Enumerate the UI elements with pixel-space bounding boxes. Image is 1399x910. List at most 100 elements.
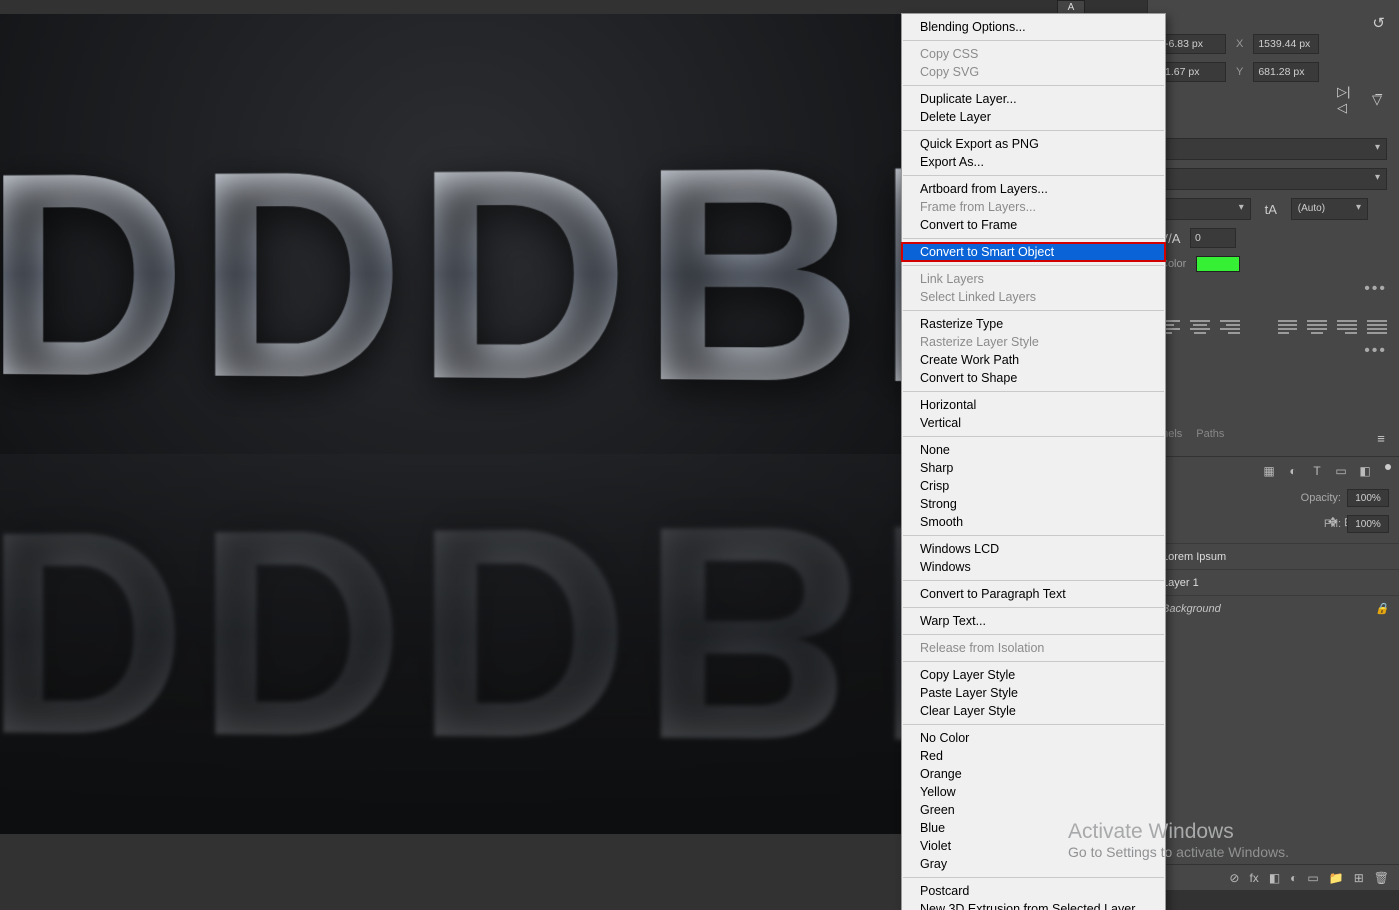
layer-filter-icon-3[interactable]: ▭	[1333, 463, 1349, 479]
layers-panel: nnels Paths ≡ ▦◐T▭◧ Opacity: ✥⊞✢🔒 Fill: …	[1147, 420, 1399, 890]
layers-footer-icon-7[interactable]: 🗑	[1374, 871, 1389, 885]
properties-panel: ↺ X Y ▷|◁ ▽̅ tA (Auto) V/A	[1147, 0, 1399, 420]
layers-footer-icon-0[interactable]: ⊘	[1229, 871, 1239, 885]
fill-label: Fill:	[1324, 518, 1341, 530]
menu-separator	[903, 535, 1164, 536]
menu-item-crisp[interactable]: Crisp	[902, 477, 1165, 495]
layer-name: Lorem Ipsum	[1162, 551, 1226, 563]
menu-item-rasterize-type[interactable]: Rasterize Type	[902, 315, 1165, 333]
menu-item-gray[interactable]: Gray	[902, 855, 1165, 873]
flip-vertical-icon[interactable]: ▽̅	[1367, 90, 1387, 110]
menu-item-convert-to-shape[interactable]: Convert to Shape	[902, 369, 1165, 387]
menu-item-create-work-path[interactable]: Create Work Path	[902, 351, 1165, 369]
leading-icon: tA	[1261, 199, 1281, 219]
tracking-field[interactable]	[1190, 228, 1236, 248]
menu-item-warp-text[interactable]: Warp Text...	[902, 612, 1165, 630]
layer-filter-icon-0[interactable]: ▦	[1261, 463, 1277, 479]
menu-item-red[interactable]: Red	[902, 747, 1165, 765]
menu-item-windows-lcd[interactable]: Windows LCD	[902, 540, 1165, 558]
type-tab-icon[interactable]: A	[1057, 0, 1085, 14]
filter-toggle-dot[interactable]	[1385, 464, 1391, 470]
canvas-letter: D	[415, 483, 631, 786]
menu-item-horizontal[interactable]: Horizontal	[902, 396, 1165, 414]
lock-icon[interactable]: 🔒	[1375, 602, 1389, 615]
menu-item-clear-layer-style[interactable]: Clear Layer Style	[902, 702, 1165, 720]
layers-footer-icon-4[interactable]: ▭	[1307, 871, 1318, 885]
paths-tab[interactable]: Paths	[1196, 428, 1224, 448]
menu-separator	[903, 724, 1164, 725]
menu-item-paste-layer-style[interactable]: Paste Layer Style	[902, 684, 1165, 702]
layers-footer-icon-5[interactable]: 📁	[1329, 871, 1344, 885]
leading-dropdown[interactable]: (Auto)	[1291, 198, 1368, 220]
menu-item-convert-to-smart-object[interactable]: Convert to Smart Object	[902, 243, 1165, 261]
menu-item-convert-to-paragraph-text[interactable]: Convert to Paragraph Text	[902, 585, 1165, 603]
layer-name: Layer 1	[1162, 577, 1199, 589]
menu-item-quick-export-as-png[interactable]: Quick Export as PNG	[902, 135, 1165, 153]
menu-item-windows[interactable]: Windows	[902, 558, 1165, 576]
more-paragraph-icon[interactable]: •••	[1160, 342, 1387, 360]
menu-separator	[903, 634, 1164, 635]
layer-name: Background	[1162, 603, 1221, 615]
menu-item-strong[interactable]: Strong	[902, 495, 1165, 513]
canvas-letter: D	[415, 123, 631, 426]
font-style-dropdown[interactable]	[1160, 168, 1387, 190]
fill-field[interactable]	[1347, 515, 1389, 533]
menu-separator	[903, 265, 1164, 266]
opacity-field[interactable]	[1347, 489, 1389, 507]
flip-horizontal-icon[interactable]: ▷|◁	[1337, 90, 1357, 110]
layers-footer-icon-3[interactable]: ◐	[1290, 871, 1297, 885]
menu-item-convert-to-frame[interactable]: Convert to Frame	[902, 216, 1165, 234]
menu-separator	[903, 130, 1164, 131]
menu-item-no-color[interactable]: No Color	[902, 729, 1165, 747]
menu-item-none[interactable]: None	[902, 441, 1165, 459]
layers-footer-icon-6[interactable]: ⊞	[1354, 871, 1364, 885]
layers-footer-icon-1[interactable]: fx	[1249, 871, 1258, 885]
x-field[interactable]	[1253, 34, 1319, 54]
layer-row[interactable]: Layer 1	[1148, 569, 1399, 595]
menu-item-postcard[interactable]: Postcard	[902, 882, 1165, 900]
menu-item-blending-options[interactable]: Blending Options...	[902, 18, 1165, 36]
menu-item-green[interactable]: Green	[902, 801, 1165, 819]
menu-item-select-linked-layers: Select Linked Layers	[902, 288, 1165, 306]
layer-row[interactable]: Lorem Ipsum	[1148, 543, 1399, 569]
layer-filter-icon-4[interactable]: ◧	[1357, 463, 1373, 479]
menu-item-artboard-from-layers[interactable]: Artboard from Layers...	[902, 180, 1165, 198]
menu-item-delete-layer[interactable]: Delete Layer	[902, 108, 1165, 126]
menu-item-export-as[interactable]: Export As...	[902, 153, 1165, 171]
align-center-icon[interactable]	[1190, 320, 1210, 334]
justify-last-right-icon[interactable]	[1337, 320, 1357, 334]
text-color-swatch[interactable]	[1196, 256, 1240, 272]
layer-filter-icon-2[interactable]: T	[1309, 463, 1325, 479]
panel-menu-icon[interactable]: ≡	[1371, 428, 1391, 448]
canvas-letter: B	[640, 480, 863, 788]
justify-last-left-icon[interactable]	[1278, 320, 1298, 334]
justify-all-icon[interactable]	[1367, 320, 1387, 334]
layer-row[interactable]: Background 🔒	[1148, 595, 1399, 621]
canvas-letter: D	[0, 488, 187, 781]
font-family-dropdown[interactable]	[1160, 138, 1387, 160]
menu-item-vertical[interactable]: Vertical	[902, 414, 1165, 432]
menu-item-yellow[interactable]: Yellow	[902, 783, 1165, 801]
width-field[interactable]	[1160, 34, 1226, 54]
align-right-icon[interactable]	[1220, 320, 1240, 334]
layers-footer-icon-2[interactable]: ◧	[1269, 871, 1280, 885]
layer-filter-icon-1[interactable]: ◐	[1285, 463, 1301, 479]
justify-last-center-icon[interactable]	[1307, 320, 1327, 334]
reset-icon[interactable]: ↺	[1372, 14, 1385, 32]
menu-item-duplicate-layer[interactable]: Duplicate Layer...	[902, 90, 1165, 108]
menu-item-link-layers: Link Layers	[902, 270, 1165, 288]
menu-item-copy-layer-style[interactable]: Copy Layer Style	[902, 666, 1165, 684]
menu-item-blue[interactable]: Blue	[902, 819, 1165, 837]
menu-item-orange[interactable]: Orange	[902, 765, 1165, 783]
menu-separator	[903, 175, 1164, 176]
menu-item-new-3d-extrusion-from-selected-layer[interactable]: New 3D Extrusion from Selected Layer	[902, 900, 1165, 910]
menu-item-sharp[interactable]: Sharp	[902, 459, 1165, 477]
font-size-dropdown[interactable]	[1160, 198, 1251, 220]
menu-separator	[903, 85, 1164, 86]
more-options-icon[interactable]: •••	[1160, 280, 1387, 298]
menu-item-violet[interactable]: Violet	[902, 837, 1165, 855]
menu-item-smooth[interactable]: Smooth	[902, 513, 1165, 531]
menu-separator	[903, 877, 1164, 878]
y-field[interactable]	[1253, 62, 1319, 82]
height-field[interactable]	[1160, 62, 1226, 82]
